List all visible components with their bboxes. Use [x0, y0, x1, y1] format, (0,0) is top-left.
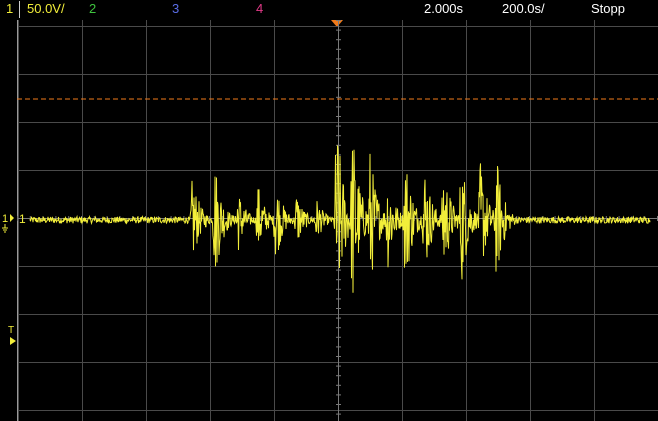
status-divider: [19, 1, 20, 18]
time-scale[interactable]: 200.0s/: [502, 1, 545, 17]
ch4-number[interactable]: 4: [256, 1, 263, 17]
waveform-display[interactable]: 1 1 T: [0, 20, 658, 421]
trigger-source-label: T: [8, 325, 14, 336]
trigger-source-marker[interactable]: T: [8, 325, 16, 345]
ch1-number[interactable]: 1: [6, 1, 13, 17]
ch1-waveform-trace: [29, 145, 651, 293]
ch1-label: 1: [19, 212, 26, 226]
time-position[interactable]: 2.000s: [424, 1, 463, 17]
run-state[interactable]: Stopp: [591, 1, 625, 17]
ch1-ground-marker[interactable]: 1: [2, 213, 14, 233]
ground-icon: [2, 224, 8, 233]
ch3-number[interactable]: 3: [172, 1, 179, 17]
status-bar: 1 50.0V/ 2 3 4 2.000s 200.0s/ Stopp: [0, 0, 658, 20]
waveform-canvas: 1 1 T: [2, 20, 658, 421]
ch1-scale[interactable]: 50.0V/: [27, 1, 65, 17]
ground-label: 1: [2, 213, 8, 225]
ch2-number[interactable]: 2: [89, 1, 96, 17]
